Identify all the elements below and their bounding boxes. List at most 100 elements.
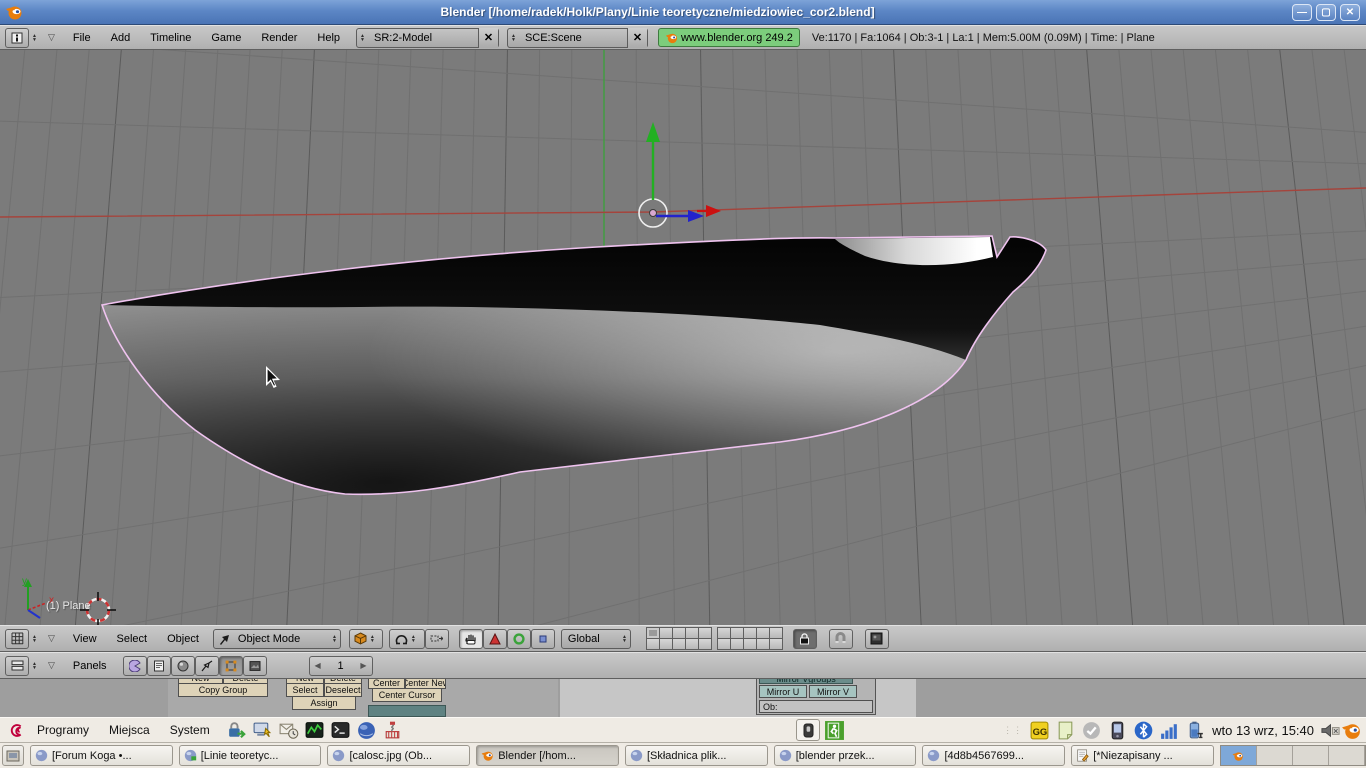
ob-field[interactable]: Ob:: [759, 700, 873, 713]
volume-icon[interactable]: [1320, 720, 1341, 741]
menu-panels[interactable]: Panels: [63, 660, 117, 672]
menu-view[interactable]: View: [63, 633, 107, 645]
scene-buttons-button[interactable]: [243, 656, 267, 676]
vgroup-assign-button[interactable]: Assign: [292, 696, 356, 710]
object-buttons-button[interactable]: [195, 656, 219, 676]
menu-select[interactable]: Select: [107, 633, 158, 645]
battery-charging-icon[interactable]: [1185, 720, 1206, 741]
computer-config-icon[interactable]: [252, 720, 273, 741]
manipulator-x-arrowhead[interactable]: [706, 205, 721, 217]
jack-in-the-box-icon[interactable]: [382, 720, 403, 741]
signal-strength-icon[interactable]: [1159, 720, 1180, 741]
manipulator-toggle-button[interactable]: [459, 629, 483, 649]
viewport-3d[interactable]: y x (1) Plane: [0, 50, 1366, 625]
task-button[interactable]: [Linie teoretyc...: [179, 745, 322, 766]
buttons-panels-area[interactable]: New Delete Copy Group New Delete Select …: [0, 679, 1366, 717]
mirror-u-button[interactable]: Mirror U: [759, 685, 807, 698]
maximize-button[interactable]: ▢: [1316, 4, 1336, 21]
screen-selector[interactable]: ▲▼ SR:2-Model ✕: [356, 28, 499, 48]
task-button-active[interactable]: Blender [/hom...: [476, 745, 619, 766]
logout-icon[interactable]: [824, 720, 845, 741]
snap-button[interactable]: [829, 629, 853, 649]
mobile-phone-icon[interactable]: [1107, 720, 1128, 741]
workspace-3[interactable]: [1293, 746, 1329, 765]
task-button[interactable]: [Forum Koga •...: [30, 745, 173, 766]
scene-stepper[interactable]: ▲▼: [508, 34, 519, 42]
scene-selector[interactable]: ▲▼ SCE:Scene ✕: [507, 28, 648, 48]
menu-help[interactable]: Help: [307, 32, 350, 44]
menu-miejsca[interactable]: Miejsca: [99, 718, 160, 742]
menu-add[interactable]: Add: [101, 32, 141, 44]
menu-system[interactable]: System: [160, 718, 220, 742]
vgroup-deselect-button[interactable]: Deselect: [324, 683, 362, 697]
shading-buttons-button[interactable]: [171, 656, 195, 676]
buttons-collapse-icon[interactable]: ▽: [40, 660, 63, 671]
task-button[interactable]: [*Niezapisany ...: [1071, 745, 1214, 766]
screen-delete-button[interactable]: ✕: [478, 28, 498, 48]
skype-offline-icon[interactable]: [1081, 720, 1102, 741]
screen-stepper[interactable]: ▲▼: [357, 34, 368, 42]
boat-hull-object[interactable]: [102, 236, 1046, 494]
menu-file[interactable]: File: [63, 32, 101, 44]
layer-buttons-2[interactable]: [718, 628, 783, 650]
editor-type-stepper[interactable]: ▲▼: [29, 635, 40, 643]
pivot-dropdown[interactable]: ▲▼: [389, 629, 425, 649]
web-browser-icon[interactable]: [356, 720, 377, 741]
editing-buttons-button[interactable]: [219, 656, 243, 676]
task-button[interactable]: [4d8b4567699...: [922, 745, 1065, 766]
system-monitor-icon[interactable]: [304, 720, 325, 741]
draw-type-dropdown[interactable]: ▲▼: [349, 629, 383, 649]
manipulator-handles-button[interactable]: [425, 629, 449, 649]
panel-drag-handle[interactable]: ⋮⋮: [1003, 725, 1023, 736]
editor-type-button[interactable]: [5, 629, 29, 649]
window-titlebar[interactable]: Blender [/home/radek/Holk/Plany/Linie te…: [0, 0, 1366, 25]
task-button[interactable]: [calosc.jpg (Ob...: [327, 745, 470, 766]
layer-buttons-1[interactable]: [647, 628, 712, 650]
vgroup-select-button[interactable]: Select: [286, 683, 324, 697]
manipulator-y-arrowhead[interactable]: [646, 122, 660, 142]
menu-render[interactable]: Render: [251, 32, 307, 44]
mail-clock-icon[interactable]: [278, 720, 299, 741]
rotate-manipulator-button[interactable]: [507, 629, 531, 649]
mode-dropdown[interactable]: Object Mode ▲▼: [213, 629, 341, 649]
task-button[interactable]: [blender przek...: [774, 745, 917, 766]
blender-version-badge[interactable]: www.blender.org 249.2: [658, 28, 800, 47]
orientation-dropdown[interactable]: Global ▲▼: [561, 629, 631, 649]
mode-stepper[interactable]: ▲▼: [329, 635, 340, 643]
menu-programy[interactable]: Programy: [27, 718, 99, 742]
buttons-editor-type-button[interactable]: [5, 656, 29, 676]
menu-object[interactable]: Object: [157, 633, 209, 645]
render-preview-button[interactable]: [865, 629, 889, 649]
gadu-gadu-icon[interactable]: GG: [1029, 720, 1050, 741]
object-center-dot[interactable]: [650, 210, 657, 217]
workspace-4[interactable]: [1329, 746, 1365, 765]
blender-tray-icon[interactable]: [1341, 720, 1362, 741]
frame-prev-icon[interactable]: ◀: [315, 661, 321, 670]
menu-timeline[interactable]: Timeline: [140, 32, 201, 44]
script-buttons-button[interactable]: [147, 656, 171, 676]
buttons-editor-stepper[interactable]: ▲▼: [29, 662, 40, 670]
translate-manipulator-button[interactable]: [483, 629, 507, 649]
task-button[interactable]: [Składnica plik...: [625, 745, 768, 766]
menu-game[interactable]: Game: [201, 32, 251, 44]
header-collapse-icon[interactable]: ▽: [40, 32, 63, 43]
notes-applet-icon[interactable]: [1055, 720, 1076, 741]
frame-number-field[interactable]: ◀ 1 ▶: [309, 656, 373, 676]
center-cursor-button[interactable]: Center Cursor: [372, 688, 442, 702]
terminal-icon[interactable]: [330, 720, 351, 741]
lock-screen-icon[interactable]: [226, 720, 247, 741]
window-type-button[interactable]: [5, 28, 29, 48]
workspace-switcher[interactable]: [1220, 745, 1366, 766]
debian-logo-icon[interactable]: [6, 720, 27, 741]
bluetooth-icon[interactable]: [1133, 720, 1154, 741]
logic-buttons-button[interactable]: [123, 656, 147, 676]
copy-group-button[interactable]: Copy Group: [178, 683, 268, 697]
show-desktop-button[interactable]: [2, 745, 24, 766]
close-button[interactable]: ✕: [1340, 4, 1360, 21]
minimize-button[interactable]: —: [1292, 4, 1312, 21]
lock-layers-button[interactable]: [793, 629, 817, 649]
workspace-2[interactable]: [1257, 746, 1293, 765]
scene-delete-button[interactable]: ✕: [627, 28, 647, 48]
clock[interactable]: wto 13 wrz, 15:40: [1212, 723, 1314, 738]
brightness-applet-button[interactable]: [796, 719, 820, 741]
